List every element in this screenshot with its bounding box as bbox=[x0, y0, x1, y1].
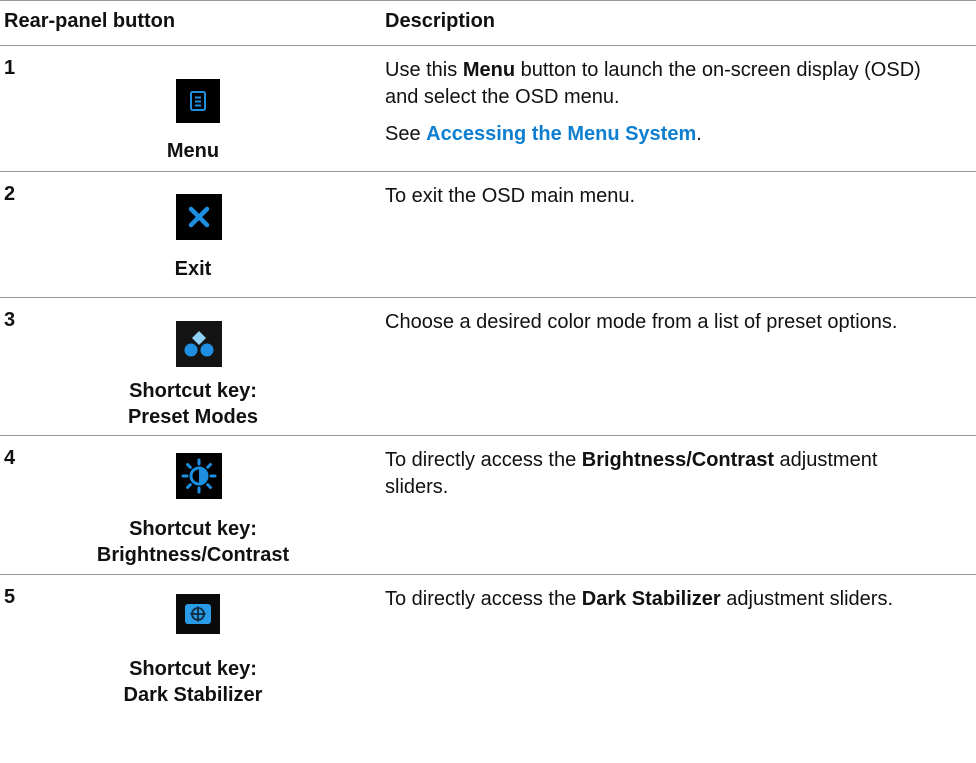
table-row: 4 Shortcut key: Brightness/Contrast To d… bbox=[0, 436, 976, 575]
button-caption: Shortcut key: Dark Stabilizer bbox=[0, 656, 386, 708]
desc-bold: Brightness/Contrast bbox=[581, 449, 774, 471]
desc-text: To exit the OSD main menu. bbox=[385, 185, 636, 207]
brightness-contrast-button[interactable] bbox=[176, 453, 222, 499]
desc-text: adjustment sliders. bbox=[720, 588, 893, 610]
desc-text: To directly access the bbox=[385, 449, 582, 471]
desc-bold: Menu bbox=[462, 59, 516, 81]
header-description: Description bbox=[385, 10, 496, 32]
row-number: 2 bbox=[4, 183, 16, 205]
header-rear-panel-button: Rear-panel button bbox=[4, 10, 176, 32]
desc-bold: Dark Stabilizer bbox=[581, 588, 721, 610]
see-text: See bbox=[385, 123, 427, 145]
row-description: To directly access the Dark Stabilizer a… bbox=[385, 586, 945, 613]
see-suffix: . bbox=[696, 123, 702, 145]
table-row: 2 Exit To exit the OSD main menu. bbox=[0, 172, 976, 298]
table-row: 5 Shortcut key: Dark Stabilizer To direc… bbox=[0, 575, 976, 725]
desc-text: Choose a desired color mode from a list … bbox=[385, 311, 898, 333]
dark-stabilizer-icon bbox=[185, 604, 211, 624]
button-caption: Exit bbox=[0, 256, 386, 282]
row-number: 3 bbox=[4, 309, 16, 331]
menu-icon bbox=[190, 91, 206, 111]
caption-line: Shortcut key: bbox=[129, 518, 257, 540]
dark-stabilizer-button[interactable] bbox=[176, 594, 220, 634]
exit-x-icon bbox=[188, 206, 210, 228]
caption-line: Preset Modes bbox=[127, 406, 259, 428]
accessing-menu-system-link[interactable]: Accessing the Menu System bbox=[426, 123, 696, 145]
caption-line: Shortcut key: bbox=[129, 658, 257, 680]
table-row: 1 Menu Use this Menu button to launch th… bbox=[0, 46, 976, 172]
row-description: To directly access the Brightness/Contra… bbox=[385, 447, 945, 501]
row-description: To exit the OSD main menu. bbox=[385, 183, 945, 210]
preset-modes-button[interactable] bbox=[176, 321, 222, 367]
preset-modes-icon bbox=[184, 331, 214, 357]
row-description: Choose a desired color mode from a list … bbox=[385, 309, 945, 336]
caption-text: Exit bbox=[174, 258, 212, 280]
menu-button[interactable] bbox=[176, 79, 220, 123]
button-description-table: Rear-panel button Description 1 Menu Use… bbox=[0, 0, 976, 725]
row-number: 5 bbox=[4, 586, 16, 608]
exit-button[interactable] bbox=[176, 194, 222, 240]
brightness-contrast-icon bbox=[181, 458, 217, 494]
row-description: Use this Menu button to launch the on-sc… bbox=[385, 57, 945, 148]
button-caption: Menu bbox=[0, 138, 386, 164]
desc-text: To directly access the bbox=[385, 588, 582, 610]
caption-line: Shortcut key: bbox=[129, 380, 257, 402]
table-header: Rear-panel button Description bbox=[0, 0, 976, 46]
caption-line: Dark Stabilizer bbox=[123, 684, 263, 706]
button-caption: Shortcut key: Brightness/Contrast bbox=[0, 516, 386, 568]
row-number: 4 bbox=[4, 447, 16, 469]
row-number: 1 bbox=[4, 57, 16, 79]
caption-line: Brightness/Contrast bbox=[96, 544, 290, 566]
button-caption: Shortcut key: Preset Modes bbox=[0, 378, 386, 430]
table-row: 3 Shortcut key: Preset Modes Choose a de… bbox=[0, 298, 976, 436]
desc-text: Use this bbox=[385, 59, 463, 81]
caption-text: Menu bbox=[166, 140, 220, 162]
